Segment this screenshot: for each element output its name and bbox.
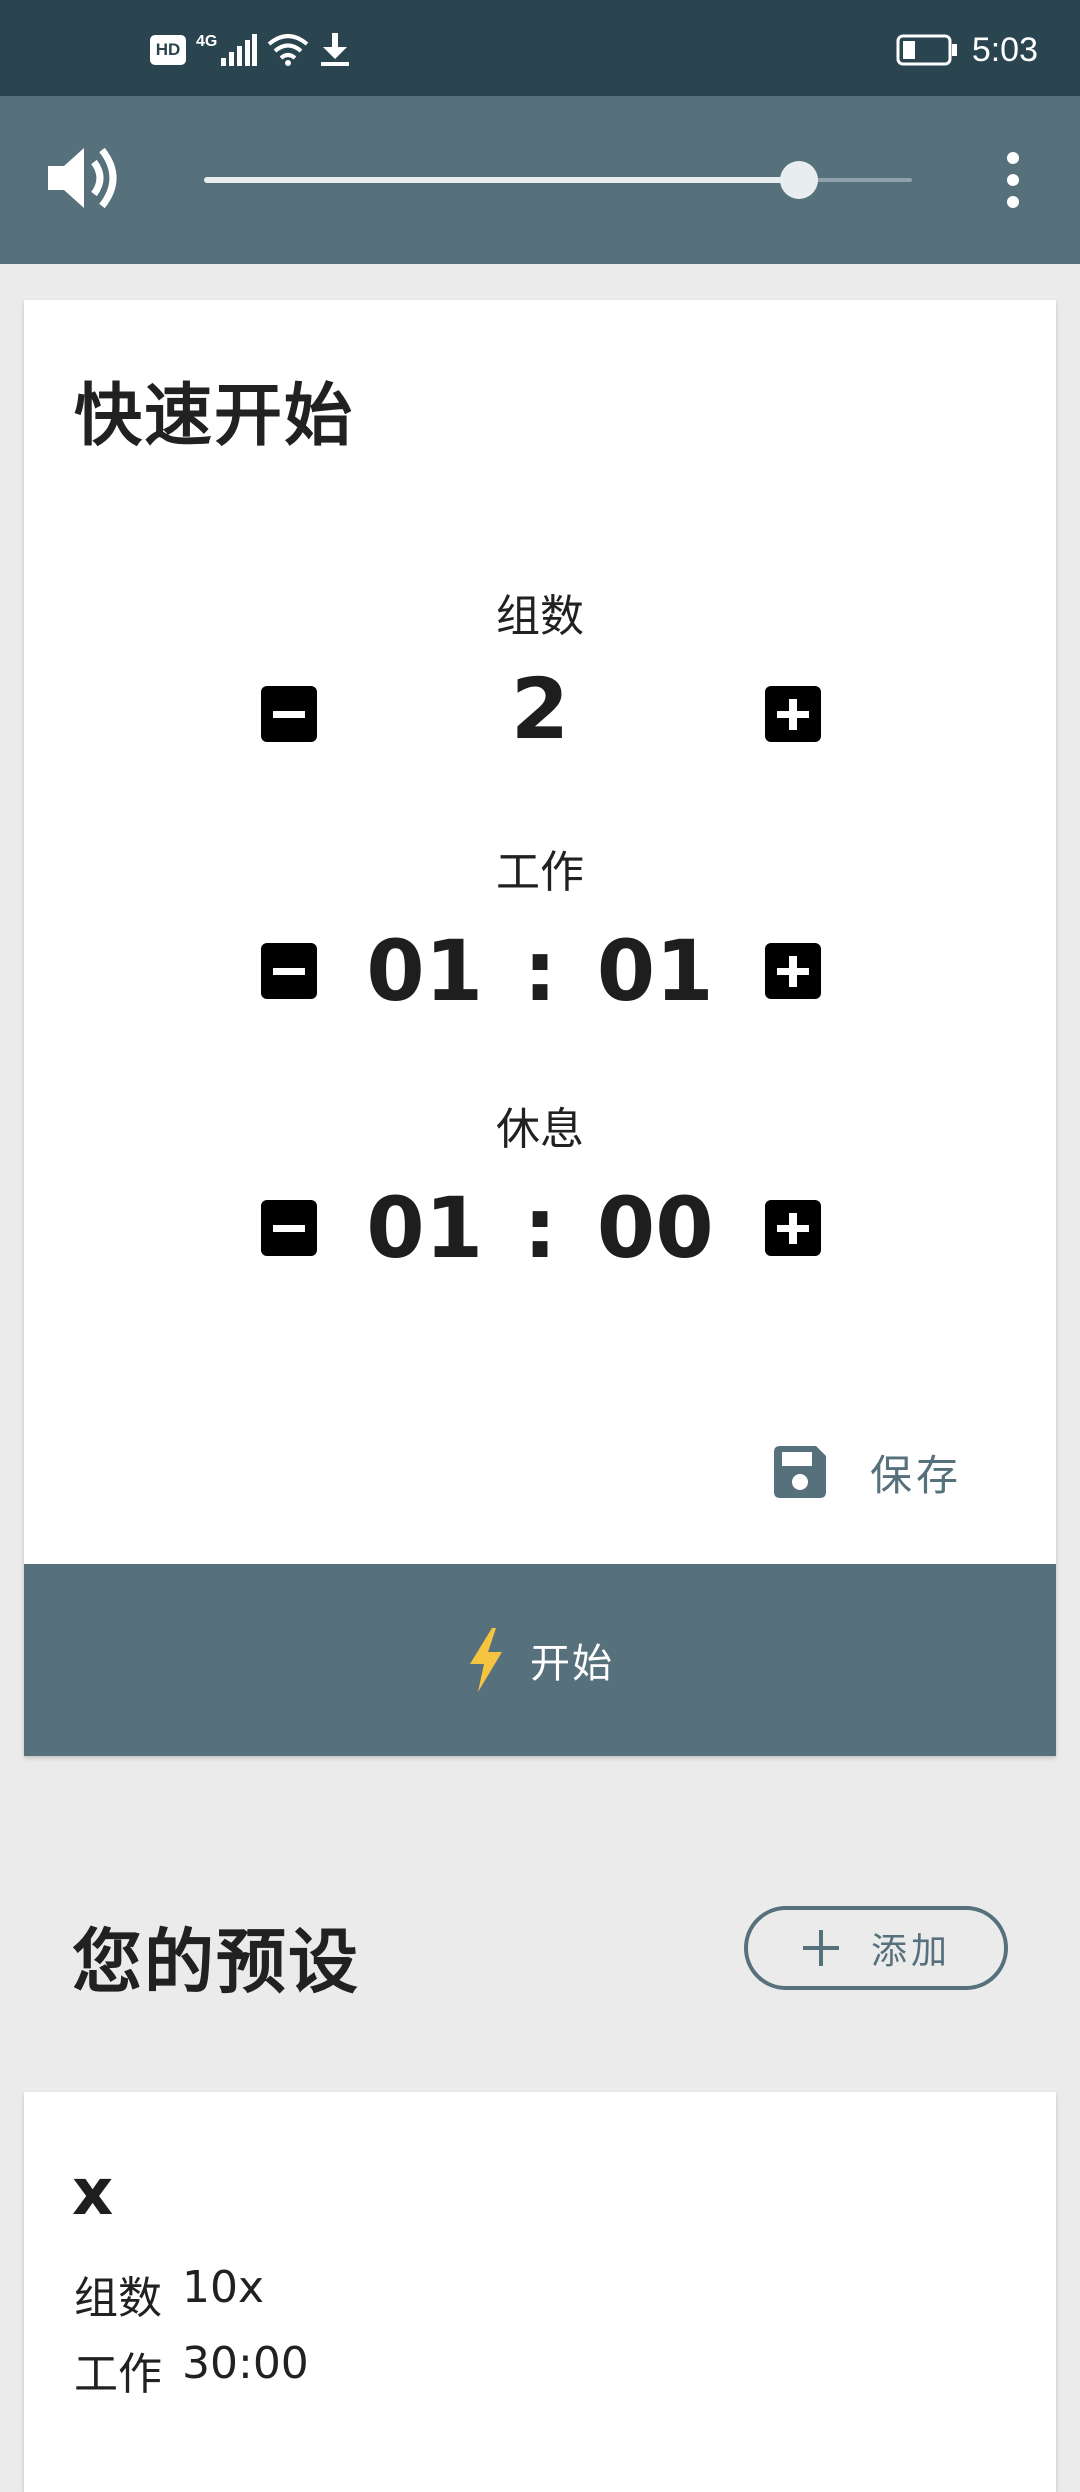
work-time[interactable]: 01 : 01 — [24, 916, 1056, 1026]
slider-track-active — [204, 177, 799, 183]
work-minutes[interactable]: 01 — [366, 922, 483, 1020]
rest-increment-button[interactable] — [765, 1200, 821, 1256]
plus-icon — [802, 1930, 839, 1966]
network-type: 4G — [196, 33, 218, 50]
work-label: 工作 — [496, 847, 584, 898]
wifi-icon — [268, 34, 309, 66]
sets-increment-button[interactable] — [765, 686, 821, 742]
download-icon — [321, 33, 350, 66]
preset-name: x — [72, 2156, 114, 2230]
bolt-icon — [470, 1628, 502, 1692]
work-increment-button[interactable] — [765, 943, 821, 999]
slider-thumb[interactable] — [780, 161, 818, 199]
add-preset-button[interactable]: 添加 — [744, 1906, 1008, 1990]
add-label: 添加 — [870, 1931, 951, 1972]
rest-colon: : — [523, 1179, 557, 1277]
volume-slider[interactable] — [204, 160, 912, 200]
status-bar: HD 4G 5:03 — [0, 0, 1080, 96]
preset-work-label: 工作 — [74, 2349, 162, 2400]
preset-sets-value: 10x — [182, 2262, 265, 2313]
preset-work-row: 工作 30:00 — [74, 2338, 309, 2402]
status-icons-right: 5:03 — [896, 30, 1038, 70]
work-seconds[interactable]: 01 — [597, 922, 714, 1020]
toolbar — [0, 96, 1080, 264]
work-colon: : — [523, 922, 557, 1020]
start-button[interactable]: 开始 — [24, 1564, 1056, 1756]
more-vert-icon[interactable] — [996, 148, 1030, 212]
status-icons-left: HD 4G — [150, 30, 351, 70]
save-button[interactable]: 保存 — [772, 1432, 962, 1512]
preset-card[interactable]: x 组数 10x 工作 30:00 — [24, 2092, 1056, 2492]
battery-icon — [896, 34, 957, 66]
preset-sets-row: 组数 10x — [74, 2262, 264, 2326]
start-label: 开始 — [530, 1641, 614, 1687]
presets-title: 您的预设 — [72, 1921, 360, 2003]
sets-value: 2 — [510, 660, 570, 758]
rest-minutes[interactable]: 01 — [366, 1179, 483, 1277]
clock: 5:03 — [971, 30, 1038, 69]
rest-label: 休息 — [496, 1104, 584, 1155]
preset-sets-label: 组数 — [74, 2273, 162, 2324]
rest-time[interactable]: 01 : 00 — [24, 1173, 1056, 1283]
sets-label: 组数 — [496, 591, 584, 642]
signal-icon — [221, 34, 258, 66]
quick-start-title: 快速开始 — [74, 377, 355, 456]
volume-icon[interactable] — [44, 138, 124, 218]
rest-seconds[interactable]: 00 — [597, 1179, 714, 1277]
save-label: 保存 — [870, 1450, 963, 1500]
hd-icon: HD — [150, 35, 186, 65]
save-icon — [774, 1446, 826, 1498]
preset-work-value: 30:00 — [182, 2338, 309, 2389]
quick-start-card: 快速开始 组数 2 工作 01 : 01 休息 01 : 00 保存 开始 — [24, 300, 1056, 1756]
